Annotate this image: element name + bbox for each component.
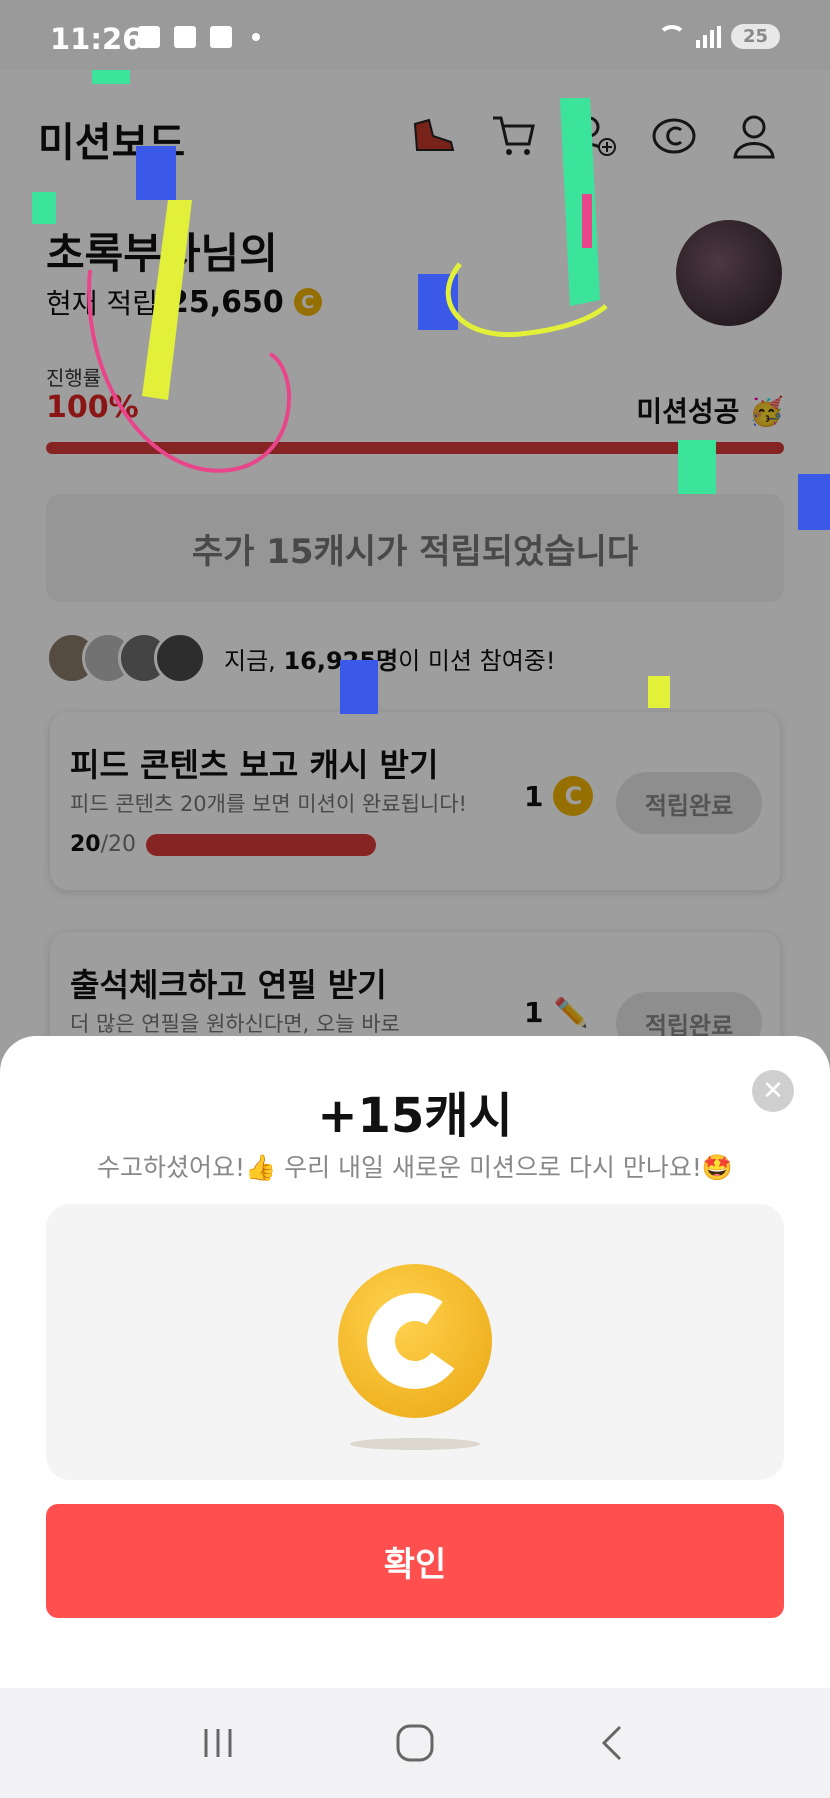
back-icon[interactable]	[582, 1713, 642, 1773]
status-notification-icons	[138, 26, 260, 48]
home-icon[interactable]	[385, 1713, 445, 1773]
status-system-icons: 25	[657, 24, 780, 49]
coin-panel	[46, 1204, 784, 1480]
reward-title: +15캐시	[317, 1088, 513, 1144]
sim-icon	[174, 26, 196, 48]
wifi-icon	[657, 24, 686, 49]
status-time: 11:26	[50, 22, 143, 56]
notification-icon	[138, 26, 160, 48]
coin-shadow	[350, 1438, 480, 1450]
system-nav-bar	[0, 1688, 830, 1798]
more-dot-icon	[252, 33, 260, 41]
reward-sheet: +15캐시 ✕ 수고하셨어요!👍 우리 내일 새로운 미션으로 다시 만나요!🤩…	[0, 1036, 830, 1688]
status-bar: 11:26 25	[0, 0, 830, 70]
close-icon[interactable]: ✕	[752, 1070, 794, 1112]
confirm-button[interactable]: 확인	[46, 1504, 784, 1618]
calendar-icon	[210, 26, 232, 48]
cash-coin-icon	[338, 1264, 492, 1418]
signal-icon	[695, 25, 721, 48]
battery-icon: 25	[730, 24, 780, 49]
reward-subtitle: 수고하셨어요!👍 우리 내일 새로운 미션으로 다시 만나요!🤩	[97, 1153, 733, 1182]
recent-apps-icon[interactable]	[188, 1713, 248, 1773]
